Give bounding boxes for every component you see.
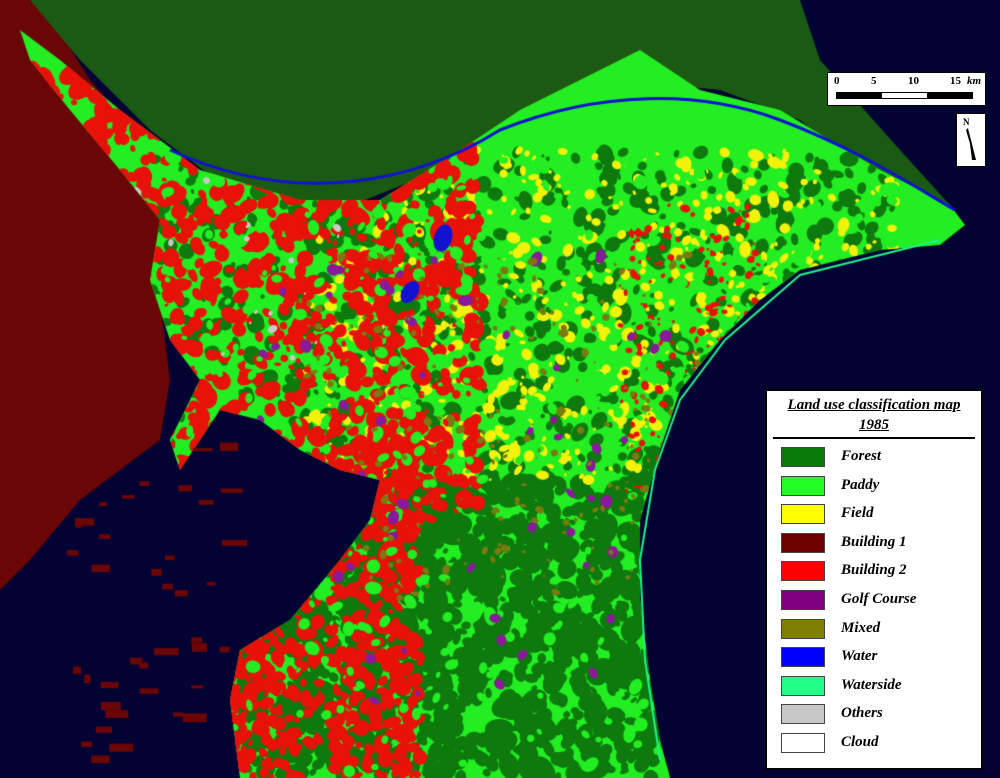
legend-label: Building 2 — [841, 562, 907, 579]
scale-tick-label: 5 — [871, 75, 877, 87]
legend-item: Building 2 — [781, 561, 981, 583]
legend-title: Land use classification map — [787, 397, 961, 413]
legend-item: Paddy — [781, 475, 981, 498]
scale-bar-graphic — [836, 92, 973, 99]
scale-tick-label: 15 — [950, 75, 961, 87]
legend-item: Water — [781, 647, 981, 669]
legend-label: Waterside — [841, 676, 902, 693]
legend-swatch — [781, 561, 825, 582]
legend-item: Golf Course — [781, 590, 981, 612]
legend-item: Waterside — [781, 675, 981, 698]
legend-item: Mixed — [781, 618, 981, 641]
map-legend: Land use classification map 1985 Forest P… — [765, 389, 983, 770]
legend-item: Cloud — [781, 733, 981, 755]
legend-label: Cloud — [841, 734, 879, 750]
legend-label: Field — [841, 505, 874, 522]
north-arrow: N — [956, 113, 986, 167]
legend-swatch — [781, 733, 825, 753]
scale-tick-label: 10 — [908, 75, 919, 87]
legend-swatch — [781, 647, 825, 668]
legend-divider — [773, 437, 975, 439]
legend-swatch — [781, 447, 825, 467]
legend-swatch — [781, 618, 825, 639]
legend-swatch — [781, 704, 825, 725]
legend-label: Golf Course — [841, 591, 917, 607]
legend-year: 1985 — [859, 417, 889, 433]
legend-swatch — [781, 532, 825, 553]
north-arrow-icon — [966, 128, 976, 160]
legend-item: Building 1 — [781, 532, 981, 555]
legend-label: Others — [841, 705, 883, 722]
legend-label: Mixed — [841, 619, 881, 636]
legend-label: Forest — [841, 448, 882, 464]
legend-label: Water — [841, 648, 878, 665]
legend-swatch — [781, 475, 825, 496]
legend-item: Field — [781, 504, 981, 526]
legend-item: Forest — [781, 447, 981, 469]
legend-label: Paddy — [841, 476, 880, 493]
scale-tick-label: 0 — [834, 75, 840, 87]
legend-item: Others — [781, 704, 981, 726]
scale-bar: 0 5 10 15 km — [827, 72, 986, 106]
legend-swatch — [781, 590, 825, 610]
legend-swatch — [781, 675, 825, 696]
legend-label: Building 1 — [841, 533, 907, 550]
legend-swatch — [781, 504, 825, 525]
scale-unit-label: km — [967, 75, 982, 87]
